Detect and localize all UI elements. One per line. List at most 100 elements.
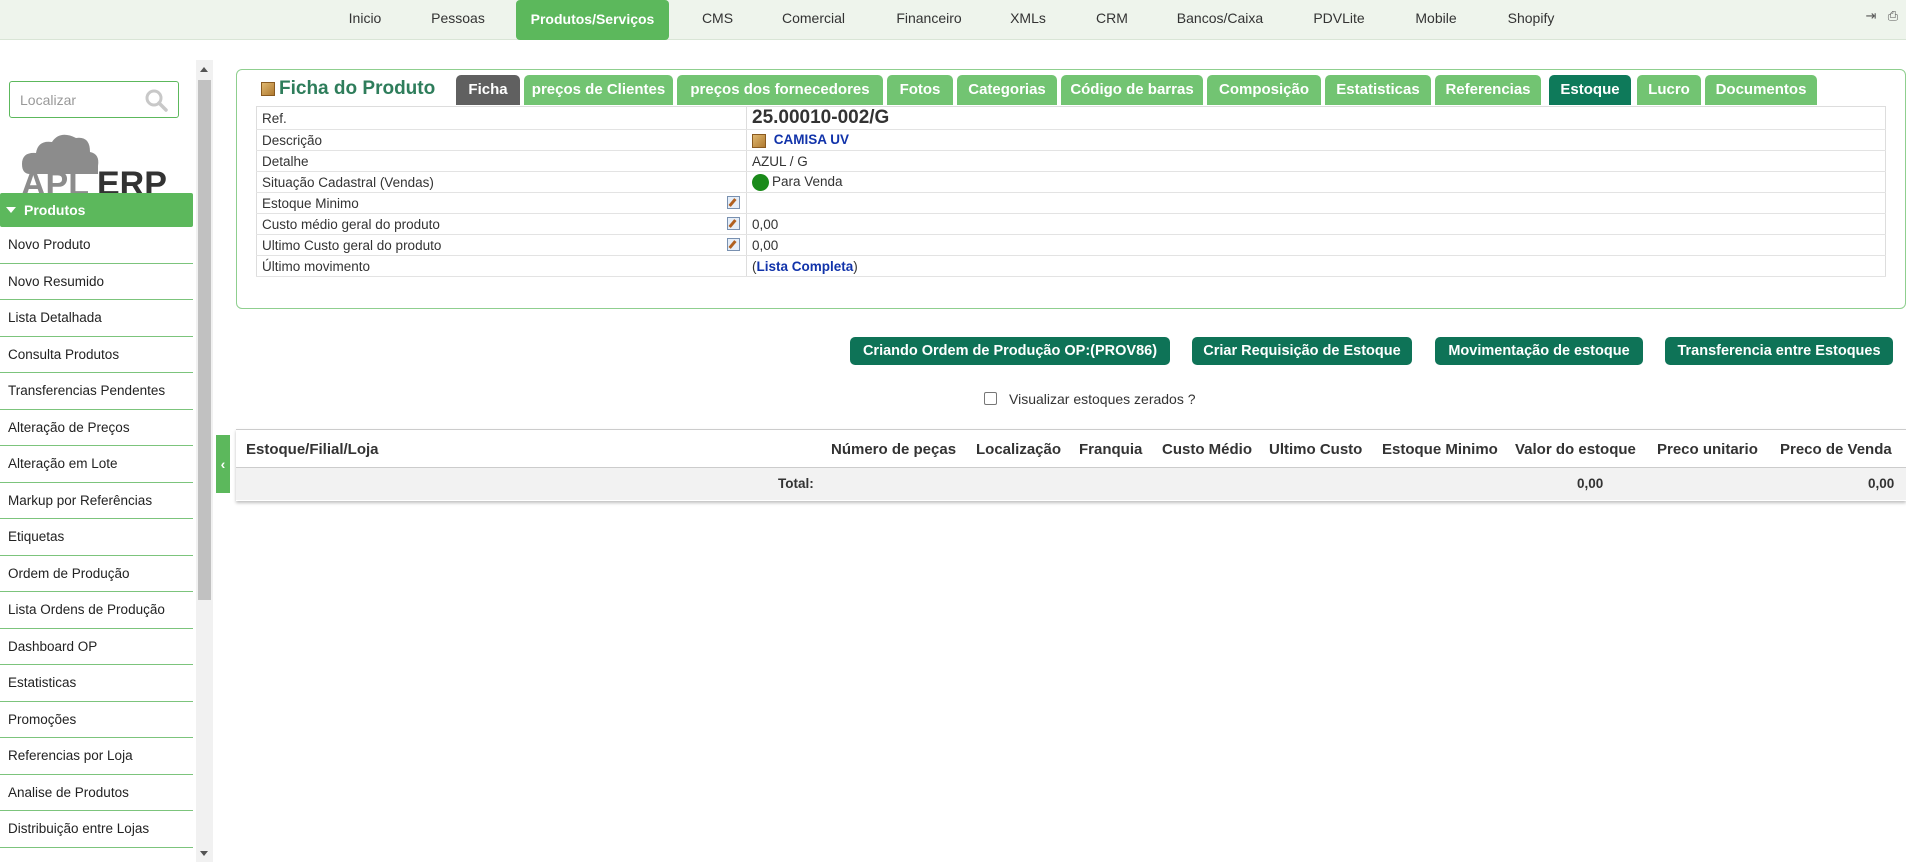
descricao-value-cell: CAMISA UV [746, 129, 1886, 151]
descricao-link[interactable]: CAMISA UV [774, 132, 849, 147]
nav-inicio[interactable]: Inicio [336, 0, 394, 40]
create-production-order-button[interactable]: Criando Ordem de Produção OP:(PROV86) [850, 337, 1170, 365]
tab-precos-clientes[interactable]: preços de Clientes [524, 75, 673, 105]
search-input[interactable]: Localizar [20, 92, 76, 108]
sidebar-item-promocoes[interactable]: Promoções [0, 702, 193, 738]
sidebar-item-novo-produto[interactable]: Novo Produto [0, 227, 193, 264]
situacao-value: Para Venda [772, 173, 843, 189]
situacao-label: Situação Cadastral (Vendas) [256, 171, 747, 193]
nav-crm[interactable]: CRM [1086, 0, 1138, 40]
col-franquia[interactable]: Franquia [1079, 441, 1142, 458]
scrollbar-thumb[interactable] [198, 80, 211, 600]
sidebar-item-distribuicao-lojas[interactable]: Distribuição entre Lojas [0, 811, 193, 848]
search-icon[interactable] [143, 87, 169, 113]
print-icon[interactable]: ⎙ [1886, 9, 1900, 23]
nav-cms[interactable]: CMS [694, 0, 741, 40]
row-descricao: Descrição CAMISA UV [256, 129, 1886, 151]
col-valor-estoque[interactable]: Valor do estoque [1515, 441, 1636, 458]
nav-pessoas[interactable]: Pessoas [420, 0, 496, 40]
estoque-minimo-label-cell: Estoque Minimo [256, 192, 747, 214]
stock-movement-button[interactable]: Movimentação de estoque [1435, 337, 1643, 365]
nav-xmls[interactable]: XMLs [1002, 0, 1054, 40]
scroll-up-icon[interactable] [200, 67, 208, 72]
scroll-down-icon[interactable] [200, 851, 208, 856]
stock-transfer-button[interactable]: Transferencia entre Estoques [1665, 337, 1893, 365]
sidebar-item-consulta-produtos[interactable]: Consulta Produtos [0, 337, 193, 373]
sidebar-item-estatisticas[interactable]: Estatisticas [0, 665, 193, 702]
nav-shopify[interactable]: Shopify [1500, 0, 1562, 40]
panel-title: Ficha do Produto [261, 78, 435, 100]
nav-comercial[interactable]: Comercial [770, 0, 857, 40]
tab-estoque[interactable]: Estoque [1549, 75, 1631, 105]
tab-categorias[interactable]: Categorias [957, 75, 1057, 105]
descricao-label: Descrição [256, 129, 747, 151]
tab-fotos[interactable]: Fotos [887, 75, 953, 105]
product-details-table: Ref. 25.00010-002/G Descrição CAMISA UV … [256, 106, 1886, 277]
nav-produtos-servicos[interactable]: Produtos/Serviços [516, 0, 669, 40]
col-localizacao[interactable]: Localização [976, 441, 1061, 458]
lista-completa-link[interactable]: Lista Completa [757, 259, 854, 274]
tab-composicao[interactable]: Composição [1207, 75, 1321, 105]
col-preco-unitario[interactable]: Preco unitario [1657, 441, 1758, 458]
sidebar-item-analise-produtos[interactable]: Analise de Produtos [0, 775, 193, 811]
sidebar-item-markup-referencias[interactable]: Markup por Referências [0, 483, 193, 519]
zero-stock-label: Visualizar estoques zerados ? [1009, 391, 1196, 407]
sidebar-item-lista-ordens-producao[interactable]: Lista Ordens de Produção [0, 592, 193, 629]
status-green-icon [752, 173, 769, 191]
panel-title-text: Ficha do Produto [279, 78, 436, 99]
sidebar-section-produtos[interactable]: Produtos [0, 193, 193, 227]
custo-medio-value: 0,00 [746, 213, 1886, 235]
ref-label: Ref. [256, 106, 747, 130]
sidebar-item-etiquetas[interactable]: Etiquetas [0, 519, 193, 556]
col-preco-venda[interactable]: Preco de Venda [1780, 441, 1892, 458]
search-box[interactable]: Localizar [9, 81, 179, 118]
total-valor-estoque: 0,00 [1577, 476, 1604, 491]
nav-bancos-caixa[interactable]: Bancos/Caixa [1168, 0, 1272, 40]
total-label: Total: [778, 476, 814, 491]
sidebar-item-novo-resumido[interactable]: Novo Resumido [0, 264, 193, 300]
sidebar-item-transferencias-pendentes[interactable]: Transferencias Pendentes [0, 373, 193, 410]
tab-estatisticas[interactable]: Estatisticas [1325, 75, 1431, 105]
col-custo-medio[interactable]: Custo Médio [1162, 441, 1252, 458]
tab-referencias[interactable]: Referencias [1435, 75, 1541, 105]
zero-stock-toggle: Visualizar estoques zerados ? [984, 391, 1196, 407]
chevron-left-icon: ‹ [220, 456, 226, 472]
edit-icon[interactable] [727, 196, 740, 209]
row-custo-medio: Custo médio geral do produto 0,00 [256, 213, 1886, 235]
sidebar-item-alteracao-precos[interactable]: Alteração de Preços [0, 410, 193, 446]
custo-medio-label: Custo médio geral do produto [262, 216, 440, 232]
sidebar-scrollbar[interactable] [196, 60, 213, 862]
ref-value-cell: 25.00010-002/G [746, 106, 1886, 130]
create-stock-requisition-button[interactable]: Criar Requisição de Estoque [1192, 337, 1412, 365]
sidebar-item-referencias-loja[interactable]: Referencias por Loja [0, 738, 193, 775]
col-ultimo-custo[interactable]: Ultimo Custo [1269, 441, 1362, 458]
sidebar-item-ordem-producao[interactable]: Ordem de Produção [0, 556, 193, 592]
sidebar-item-lista-detalhada[interactable]: Lista Detalhada [0, 300, 193, 337]
collapse-sidebar-button[interactable]: ‹ [216, 435, 230, 493]
ultimo-movimento-cell: (Lista Completa) [746, 255, 1886, 277]
top-navigation: Inicio Pessoas Produtos/Serviços CMS Com… [0, 0, 1906, 40]
edit-icon[interactable] [727, 238, 740, 251]
logout-icon[interactable]: ⇥ [1864, 9, 1878, 23]
zero-stock-checkbox[interactable] [984, 392, 997, 405]
ultimo-custo-label: Ultimo Custo geral do produto [262, 237, 442, 253]
nav-pdvlite[interactable]: PDVLite [1304, 0, 1374, 40]
tab-precos-fornecedores[interactable]: preços dos fornecedores [677, 75, 883, 105]
detalhe-label: Detalhe [256, 150, 747, 172]
tab-codigo-barras[interactable]: Código de barras [1061, 75, 1203, 105]
row-estoque-minimo: Estoque Minimo [256, 192, 1886, 214]
estoque-minimo-value [746, 192, 1886, 214]
nav-mobile[interactable]: Mobile [1406, 0, 1466, 40]
sidebar-item-dashboard-op[interactable]: Dashboard OP [0, 629, 193, 665]
edit-icon[interactable] [727, 217, 740, 230]
tab-lucro[interactable]: Lucro [1637, 75, 1701, 105]
col-estoque-filial-loja[interactable]: Estoque/Filial/Loja [246, 441, 379, 458]
tab-ficha[interactable]: Ficha [456, 75, 520, 105]
tab-documentos[interactable]: Documentos [1705, 75, 1817, 105]
sidebar-item-alteracao-lote[interactable]: Alteração em Lote [0, 446, 193, 483]
col-numero-pecas[interactable]: Número de peças [831, 441, 956, 458]
col-estoque-minimo[interactable]: Estoque Minimo [1382, 441, 1498, 458]
row-detalhe: Detalhe AZUL / G [256, 150, 1886, 172]
row-situacao: Situação Cadastral (Vendas) Para Venda [256, 171, 1886, 193]
nav-financeiro[interactable]: Financeiro [886, 0, 972, 40]
